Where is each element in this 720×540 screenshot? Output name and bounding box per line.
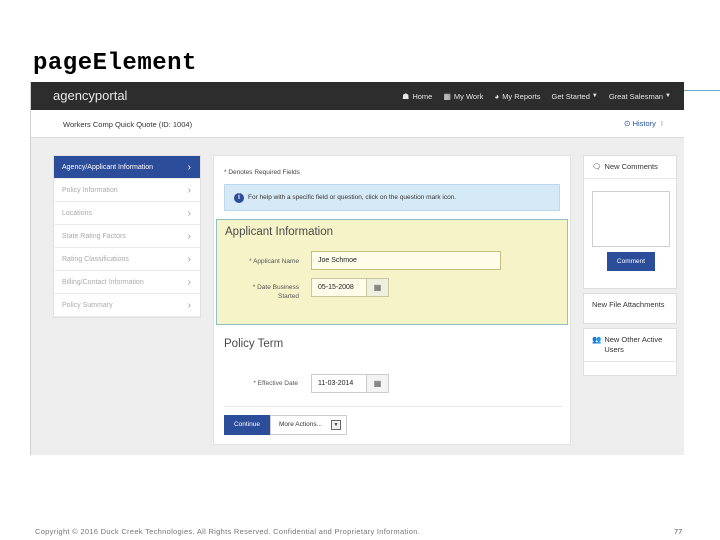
chevron-right-icon: › (187, 300, 191, 311)
nav-my-reports-label: My Reports (502, 91, 541, 101)
sidebar-item-label: State Rating Factors (62, 233, 126, 240)
form-divider (224, 406, 562, 407)
sidebar-item-label: Billing/Contact Information (62, 279, 144, 286)
page-number: 77 (674, 527, 683, 536)
history-separator: I (660, 119, 663, 128)
effective-date-input[interactable]: 11-03-2014 (312, 375, 366, 392)
nav-user-menu[interactable]: Great Salesman ▼ (609, 92, 671, 101)
users-title: New Other Active Users (604, 335, 663, 354)
sidebar-item-label: Agency/Applicant Information (62, 164, 154, 171)
date-business-started-input[interactable]: 05-15-2008 (312, 279, 366, 296)
nav-my-reports[interactable]: ◕ My Reports (494, 92, 540, 101)
applicant-name-input[interactable]: Joe Schmoe (311, 251, 501, 270)
attachments-header[interactable]: New File Attachments (584, 294, 676, 316)
info-icon: i (234, 192, 244, 203)
more-actions-label: More Actions... (279, 421, 322, 428)
chevron-down-icon: ▼ (665, 93, 671, 99)
sidebar-item-label: Policy Information (62, 187, 118, 194)
history-label: History (632, 119, 656, 128)
nav-get-started-label: Get Started (551, 91, 590, 101)
date-label-line2: Started (278, 293, 299, 300)
quote-title: Workers Comp Quick Quote (ID: 1004) (63, 120, 193, 129)
sidebar-nav: Agency/Applicant Information › Policy In… (53, 155, 201, 318)
chevron-down-icon: ▼ (331, 420, 341, 430)
comments-title: New Comments (604, 162, 658, 171)
home-icon: ☗ (402, 91, 410, 101)
sidebar-item-billing-contact[interactable]: Billing/Contact Information › (54, 271, 200, 294)
sidebar-item-policy-summary[interactable]: Policy Summary › (54, 294, 200, 317)
app-screenshot: agencyportal ☗ Home ▦ My Work ◕ My Repor… (30, 82, 684, 455)
chevron-right-icon: › (187, 208, 191, 219)
help-alert: i For help with a specific field or ques… (224, 184, 560, 211)
grid-icon: ▦ (443, 91, 451, 101)
pie-chart-icon: ◕ (494, 91, 500, 101)
nav-get-started[interactable]: Get Started ▼ (552, 92, 598, 101)
attachments-title: New File Attachments (592, 300, 665, 309)
date-business-started-label: * Date Business Started (219, 283, 299, 301)
effective-date-label: * Effective Date (253, 380, 298, 387)
sidebar-item-policy-information[interactable]: Policy Information › (54, 179, 200, 202)
chevron-right-icon: › (187, 254, 191, 265)
nav-links: ☗ Home ▦ My Work ◕ My Reports Get Starte… (391, 82, 671, 110)
calendar-icon[interactable]: ▦ (366, 279, 388, 296)
sidebar-item-label: Locations (62, 210, 92, 217)
users-icon: 👥 (592, 335, 602, 344)
chevron-down-icon: ▼ (591, 93, 598, 99)
applicant-information-section: Applicant Information * Applicant Name J… (216, 219, 568, 325)
chevron-right-icon: › (187, 185, 191, 196)
required-fields-note: * Denotes Required Fields (224, 169, 300, 176)
top-navbar: agencyportal ☗ Home ▦ My Work ◕ My Repor… (31, 82, 684, 110)
brand-logo[interactable]: agencyportal (53, 88, 127, 103)
calendar-icon[interactable]: ▦ (366, 375, 388, 392)
chevron-right-icon: › (187, 277, 191, 288)
continue-button[interactable]: Continue (224, 415, 270, 435)
sidebar-item-state-rating-factors[interactable]: State Rating Factors › (54, 225, 200, 248)
more-actions-dropdown[interactable]: More Actions... ▼ (270, 415, 347, 435)
policy-term-title: Policy Term (224, 338, 284, 350)
sidebar-item-locations[interactable]: Locations › (54, 202, 200, 225)
comment-textarea[interactable] (592, 191, 670, 247)
users-header[interactable]: 👥 New Other Active Users (584, 329, 676, 362)
sidebar-item-label: Policy Summary (62, 302, 113, 309)
comment-icon: 🗨 (592, 162, 602, 171)
history-link[interactable]: ⊙ History I (624, 119, 663, 128)
applicant-name-label: * Applicant Name (249, 258, 299, 265)
comments-header: 🗨 New Comments (584, 156, 676, 179)
sidebar-item-agency-applicant[interactable]: Agency/Applicant Information › (54, 156, 200, 179)
new-file-attachments-panel: New File Attachments (583, 293, 677, 324)
clock-icon: ⊙ (623, 119, 631, 128)
comment-button[interactable]: Comment (607, 252, 655, 271)
applicant-section-title: Applicant Information (225, 226, 334, 238)
main-form-card: * Denotes Required Fields i For help wit… (213, 155, 571, 445)
slide-title: pageElement (33, 50, 197, 77)
nav-user-label: Great Salesman (608, 91, 664, 101)
sidebar-item-rating-classifications[interactable]: Rating Classifications › (54, 248, 200, 271)
accent-line (684, 90, 720, 91)
effective-date-picker[interactable]: 11-03-2014 ▦ (311, 374, 389, 393)
chevron-right-icon: › (187, 162, 191, 173)
nav-my-work[interactable]: ▦ My Work (443, 92, 483, 101)
nav-home-label: Home (412, 91, 433, 101)
nav-home[interactable]: ☗ Home (402, 92, 432, 101)
quote-header-bar: Workers Comp Quick Quote (ID: 1004) ⊙ Hi… (31, 110, 684, 138)
new-comments-panel: 🗨 New Comments Comment (583, 155, 677, 289)
help-text: For help with a specific field or questi… (248, 194, 457, 201)
date-label-line1: * Date Business (252, 284, 299, 291)
copyright-footer: Copyright © 2016 Duck Creek Technologies… (35, 527, 421, 536)
chevron-right-icon: › (187, 231, 191, 242)
sidebar-item-label: Rating Classifications (62, 256, 129, 263)
date-business-started-picker[interactable]: 05-15-2008 ▦ (311, 278, 389, 297)
nav-my-work-label: My Work (453, 91, 484, 101)
active-users-panel: 👥 New Other Active Users (583, 328, 677, 376)
